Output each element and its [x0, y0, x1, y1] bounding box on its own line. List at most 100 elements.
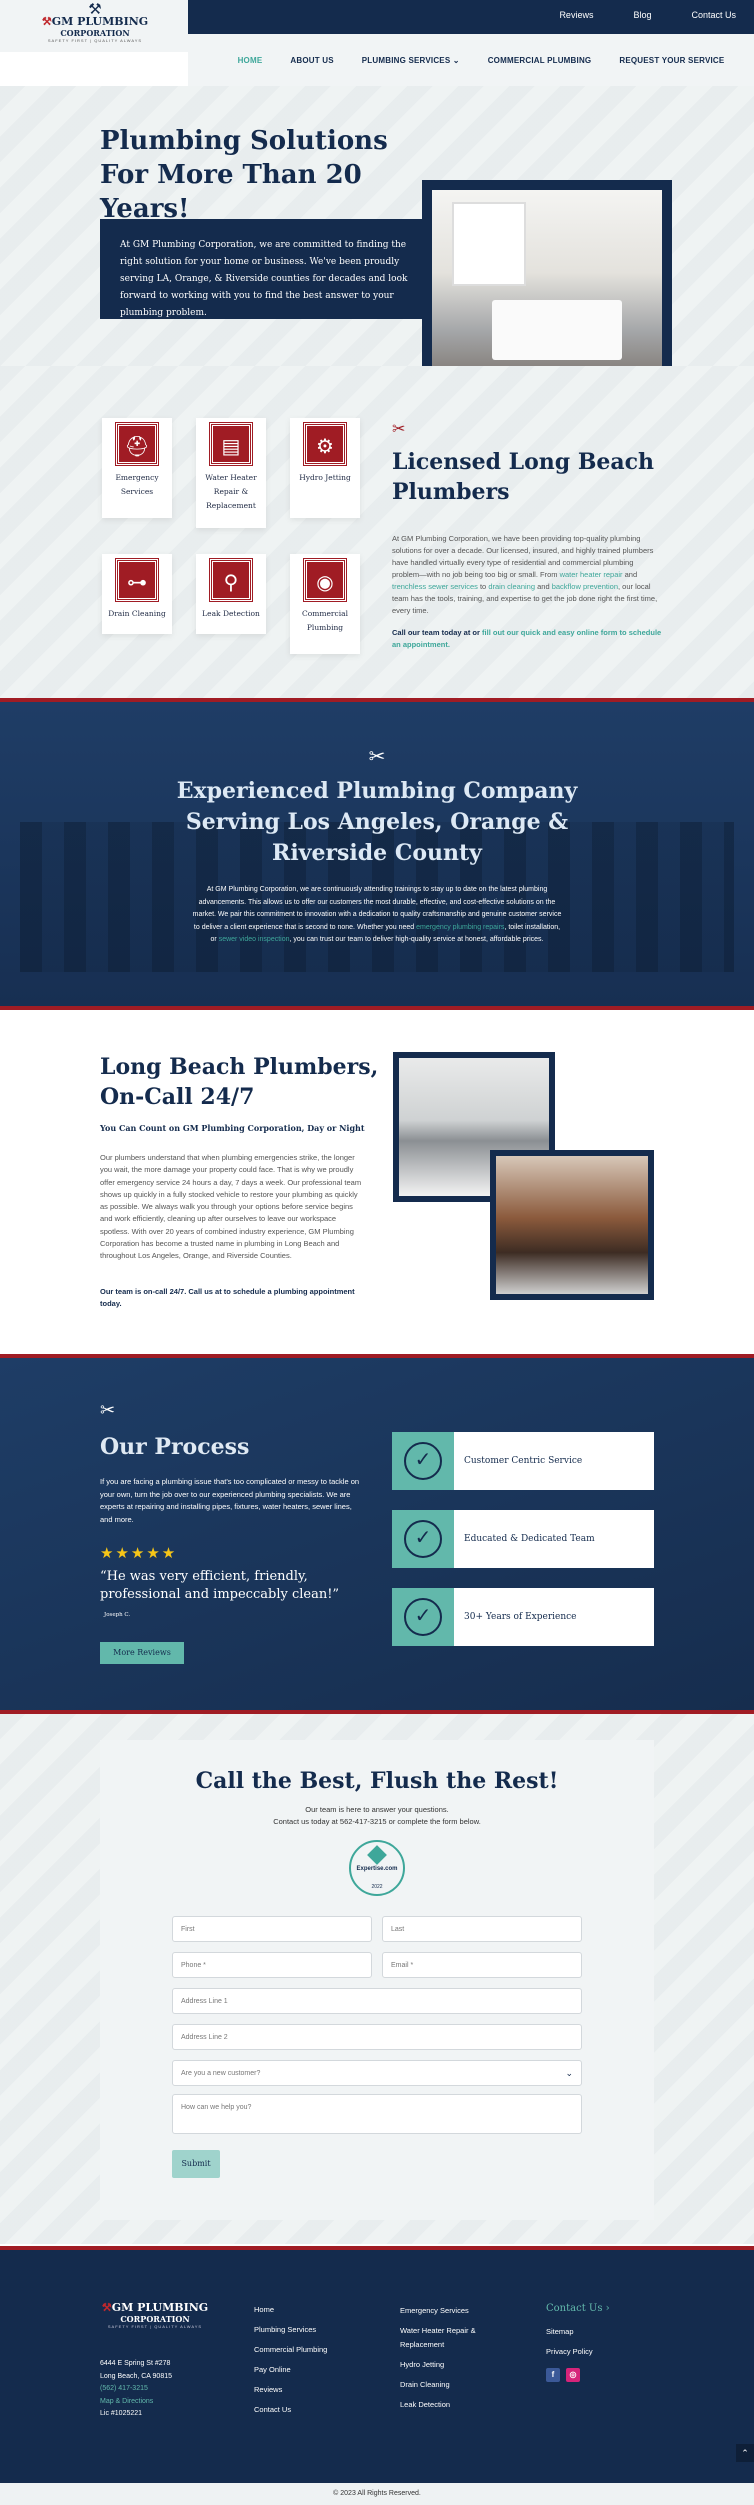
checkmark-icon: ✓: [404, 1598, 442, 1636]
main-nav: HOME ABOUT US PLUMBING SERVICES ⌄ COMMER…: [188, 34, 754, 86]
logo-area[interactable]: ⚒ ⚒GM PLUMBING CORPORATION SAFETY FIRST …: [0, 0, 188, 52]
footer-phone-link[interactable]: (562) 417-3215: [100, 2383, 172, 2396]
long-beach-text: Our plumbers understand that when plumbi…: [100, 1153, 362, 1261]
instagram-icon[interactable]: ◎: [566, 2368, 580, 2382]
link-drain-cleaning[interactable]: drain cleaning: [488, 582, 535, 591]
nav-home[interactable]: HOME: [238, 56, 263, 65]
feature-label: Customer Centric Service: [464, 1456, 583, 1466]
service-label: Leak Detection: [202, 609, 260, 618]
link-trenchless-sewer[interactable]: trenchless sewer services: [392, 582, 478, 591]
review-quote: “He was very efficient, friendly, profes…: [100, 1569, 340, 1602]
footer-nav-main: Home Plumbing Services Commercial Plumbi…: [254, 2300, 327, 2420]
licensed-text: At GM Plumbing Corporation, we have been…: [392, 534, 658, 615]
contact-section: Call the Best, Flush the Rest! Our team …: [0, 1714, 754, 2244]
hero-section: Plumbing Solutions For More Than 20 Year…: [0, 86, 754, 436]
email-field[interactable]: Email *: [382, 1952, 582, 1978]
link-backflow[interactable]: backflow prevention: [552, 582, 618, 591]
address-line2-field[interactable]: Address Line 2: [172, 2024, 582, 2050]
long-beach-cta: Our team is on-call 24/7. Call us at to …: [100, 1287, 355, 1309]
service-card-hydro-jetting[interactable]: ⚙ Hydro Jetting: [290, 418, 360, 518]
feature-label: 30+ Years of Experience: [464, 1612, 577, 1622]
footer-link[interactable]: Commercial Plumbing: [254, 2340, 327, 2360]
kitchen-sink-photo: [490, 1150, 654, 1300]
feature-card: ✓ Customer Centric Service: [392, 1432, 654, 1490]
hero-intro-box: At GM Plumbing Corporation, we are commi…: [100, 219, 428, 319]
footer-logo[interactable]: ⚒GM PLUMBING CORPORATION SAFETY FIRST | …: [100, 2302, 210, 2330]
more-reviews-button[interactable]: More Reviews: [100, 1642, 184, 1664]
contact-title: Call the Best, Flush the Rest!: [195, 1768, 559, 1794]
scroll-to-top-icon[interactable]: ⌃: [736, 2444, 754, 2462]
experienced-section: ✂ Experienced Plumbing Company Serving L…: [0, 702, 754, 1006]
footer-link[interactable]: Emergency Services: [400, 2304, 500, 2318]
feature-card: ✓ 30+ Years of Experience: [392, 1588, 654, 1646]
service-card-commercial[interactable]: ◉ Commercial Plumbing: [290, 554, 360, 654]
licensed-title: Licensed Long Beach Plumbers: [392, 449, 655, 505]
new-customer-select[interactable]: Are you a new customer? ⌄: [172, 2060, 582, 2086]
crossed-tools-icon: ✂: [392, 421, 406, 438]
footer-link[interactable]: Hydro Jetting: [400, 2358, 500, 2372]
site-logo[interactable]: ⚒ ⚒GM PLUMBING CORPORATION SAFETY FIRST …: [40, 2, 150, 43]
message-textarea[interactable]: How can we help you?: [172, 2094, 582, 2134]
footer-link[interactable]: Contact Us: [254, 2400, 327, 2420]
nav-commercial[interactable]: COMMERCIAL PLUMBING: [488, 56, 592, 65]
phone-field[interactable]: Phone *: [172, 1952, 372, 1978]
top-link-contact[interactable]: Contact Us: [691, 10, 736, 20]
footer-link[interactable]: Water Heater Repair & Replacement: [400, 2324, 500, 2352]
footer-contact-col: Contact Us › Sitemap Privacy Policy f ◎: [546, 2300, 610, 2382]
footer-link[interactable]: Home: [254, 2300, 327, 2320]
last-name-field[interactable]: Last: [382, 1916, 582, 1942]
link-sewer-video[interactable]: sewer video inspection: [219, 936, 290, 943]
rating-stars: ★★★★★: [100, 1545, 178, 1562]
crossed-tools-icon: ✂: [100, 1400, 116, 1420]
experienced-text: At GM Plumbing Corporation, we are conti…: [192, 886, 562, 943]
top-link-blog[interactable]: Blog: [633, 10, 651, 20]
hero-title: Plumbing Solutions For More Than 20 Year…: [100, 126, 388, 224]
nav-about[interactable]: ABOUT US: [290, 56, 333, 65]
footer-link[interactable]: Leak Detection: [400, 2398, 500, 2412]
map-directions-link[interactable]: Map & Directions: [100, 2396, 172, 2409]
nav-plumbing-services[interactable]: PLUMBING SERVICES ⌄: [362, 56, 460, 65]
link-emergency-repairs[interactable]: emergency plumbing repairs: [416, 924, 504, 931]
feature-label: Educated & Dedicated Team: [464, 1534, 595, 1544]
link-water-heater-repair[interactable]: water heater repair: [560, 570, 623, 579]
footer-link[interactable]: Plumbing Services: [254, 2320, 327, 2340]
footer-link[interactable]: Drain Cleaning: [400, 2378, 500, 2392]
footer-nav-services: Emergency Services Water Heater Repair &…: [400, 2304, 500, 2418]
chevron-down-icon: ⌄: [565, 2068, 573, 2078]
review-author: Joseph C.: [104, 1612, 131, 1618]
process-text: If you are facing a plumbing issue that'…: [100, 1477, 360, 1524]
contact-card: Call the Best, Flush the Rest! Our team …: [100, 1740, 654, 2220]
footer-link[interactable]: Privacy Policy: [546, 2342, 610, 2362]
checkmark-icon: ✓: [404, 1520, 442, 1558]
footer-link[interactable]: Reviews: [254, 2380, 327, 2400]
contact-subtitle: Our team is here to answer your question…: [273, 1805, 481, 1826]
process-title: Our Process: [100, 1434, 250, 1460]
service-card-leak-detection[interactable]: ⚲ Leak Detection: [196, 554, 266, 634]
nav-request-service[interactable]: REQUEST YOUR SERVICE: [619, 56, 724, 65]
logo-brand: ⚒GM PLUMBING: [41, 15, 149, 28]
water-heater-icon: ▤: [209, 422, 253, 466]
service-card-water-heater[interactable]: ▤ Water Heater Repair & Replacement: [196, 418, 266, 528]
footer-link[interactable]: Sitemap: [546, 2322, 610, 2342]
service-card-emergency[interactable]: ⛑ Emergency Services: [102, 418, 172, 518]
service-label: Drain Cleaning: [108, 609, 166, 618]
footer-contact-heading[interactable]: Contact Us ›: [546, 2300, 610, 2318]
service-card-drain-cleaning[interactable]: ⊶ Drain Cleaning: [102, 554, 172, 634]
licensed-cta: Call our team today at or fill out our q…: [392, 628, 662, 649]
top-link-reviews[interactable]: Reviews: [559, 10, 593, 20]
feature-card: ✓ Educated & Dedicated Team: [392, 1510, 654, 1568]
service-label: Emergency Services: [115, 473, 159, 496]
long-beach-title: Long Beach Plumbers, On-Call 24/7: [100, 1054, 379, 1110]
hero-intro-text: At GM Plumbing Corporation, we are commi…: [120, 240, 408, 318]
leak-detection-icon: ⚲: [209, 558, 253, 602]
facebook-icon[interactable]: f: [546, 2368, 560, 2382]
footer-address: 6444 E Spring St #278 Long Beach, CA 908…: [100, 2358, 172, 2421]
drain-cleaning-icon: ⊶: [115, 558, 159, 602]
first-name-field[interactable]: First: [172, 1916, 372, 1942]
licensed-block: ✂ Licensed Long Beach Plumbers At GM Plu…: [392, 419, 662, 651]
submit-button[interactable]: Submit: [172, 2150, 220, 2178]
service-label: Commercial Plumbing: [302, 609, 348, 632]
footer-link[interactable]: Pay Online: [254, 2360, 327, 2380]
address-line1-field[interactable]: Address Line 1: [172, 1988, 582, 2014]
experienced-title: Experienced Plumbing Company Serving Los…: [176, 778, 578, 866]
